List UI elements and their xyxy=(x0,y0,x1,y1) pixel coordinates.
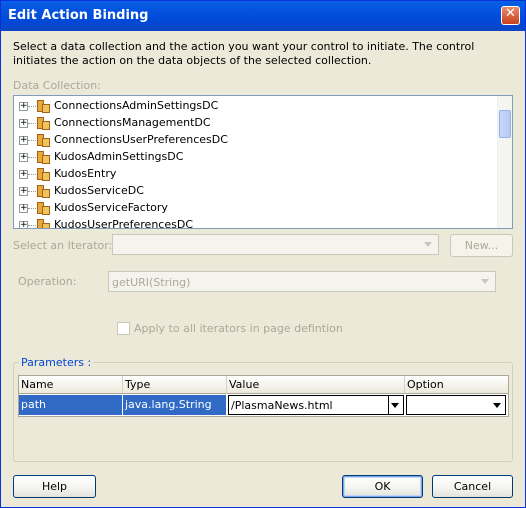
expand-icon[interactable]: + xyxy=(19,170,28,179)
close-button[interactable]: ✕ xyxy=(501,6,520,25)
data-control-icon xyxy=(37,151,50,164)
parameters-title: Parameters : xyxy=(19,356,94,369)
tree-connector xyxy=(28,106,36,107)
cancel-button[interactable]: Cancel xyxy=(432,475,513,498)
help-button[interactable]: Help xyxy=(13,475,96,498)
param-type-cell[interactable]: java.lang.String xyxy=(123,395,227,415)
operation-select[interactable]: getURI(String) xyxy=(108,271,496,292)
chevron-down-icon[interactable] xyxy=(478,274,493,289)
column-header-value[interactable]: Value xyxy=(227,376,405,394)
parameters-table[interactable]: Name Type Value Option path java.lang.St… xyxy=(18,375,509,417)
column-header-name[interactable]: Name xyxy=(19,376,123,394)
expand-icon[interactable]: + xyxy=(19,153,28,162)
close-icon: ✕ xyxy=(505,6,516,21)
data-collection-label: Data Collection: xyxy=(13,79,101,92)
apply-all-checkbox[interactable] xyxy=(117,322,130,335)
tree-connector xyxy=(28,157,36,158)
ok-button[interactable]: OK xyxy=(342,475,423,498)
expand-icon[interactable]: + xyxy=(19,187,28,196)
data-control-icon xyxy=(37,134,50,147)
tree-item-label: KudosServiceDC xyxy=(54,184,144,197)
tree-item-label: ConnectionsUserPreferencesDC xyxy=(54,133,228,146)
tree-connector xyxy=(28,225,36,226)
tree-item-label: KudosAdminSettingsDC xyxy=(54,150,184,163)
tree-connector xyxy=(28,123,36,124)
chevron-down-icon[interactable] xyxy=(388,396,402,414)
edit-action-binding-dialog: Edit Action Binding ✕ Select a data coll… xyxy=(0,0,526,508)
operation-label: Operation: xyxy=(18,275,77,288)
data-control-icon xyxy=(37,219,50,228)
param-option-select[interactable] xyxy=(406,395,506,415)
tree-connector xyxy=(28,140,36,141)
tree-item-label: ConnectionsManagementDC xyxy=(54,116,211,129)
column-header-type[interactable]: Type xyxy=(123,376,227,394)
data-control-icon xyxy=(37,185,50,198)
scrollbar-thumb[interactable] xyxy=(499,110,511,138)
data-control-icon xyxy=(37,100,50,113)
expand-icon[interactable]: + xyxy=(19,136,28,145)
data-control-icon xyxy=(37,202,50,215)
apply-all-label: Apply to all iterators in page defintion xyxy=(134,322,343,335)
iterator-select[interactable] xyxy=(112,234,439,255)
new-iterator-button[interactable]: New... xyxy=(450,234,513,257)
column-header-option[interactable]: Option xyxy=(405,376,508,394)
data-collection-tree[interactable]: + ConnectionsAdminSettingsDC + Connectio… xyxy=(13,95,513,229)
data-control-icon xyxy=(37,168,50,181)
iterator-label: Select an Iterator: xyxy=(13,239,113,252)
expand-icon[interactable]: + xyxy=(19,204,28,213)
tree-connector xyxy=(28,191,36,192)
data-control-icon xyxy=(37,117,50,130)
tree-connector xyxy=(28,174,36,175)
tree-item-label: KudosUserPreferencesDC xyxy=(54,218,193,229)
param-value-field[interactable]: /PlasmaNews.html xyxy=(228,395,404,415)
title-bar[interactable]: Edit Action Binding ✕ xyxy=(1,1,525,31)
expand-icon[interactable]: + xyxy=(19,221,28,228)
param-value-text: /PlasmaNews.html xyxy=(231,399,333,412)
tree-item-label: KudosServiceFactory xyxy=(54,201,168,214)
chevron-down-icon[interactable] xyxy=(421,237,436,252)
chevron-down-icon[interactable] xyxy=(491,396,504,414)
operation-value: getURI(String) xyxy=(112,276,191,289)
dialog-title: Edit Action Binding xyxy=(8,8,149,23)
param-name-cell[interactable]: path xyxy=(19,395,123,415)
tree-item-label: KudosEntry xyxy=(54,167,117,180)
tree-scrollbar[interactable] xyxy=(497,96,512,228)
tree-connector xyxy=(28,208,36,209)
expand-icon[interactable]: + xyxy=(19,102,28,111)
dialog-description: Select a data collection and the action … xyxy=(13,40,475,67)
expand-icon[interactable]: + xyxy=(19,119,28,128)
tree-item-label: ConnectionsAdminSettingsDC xyxy=(54,99,219,112)
